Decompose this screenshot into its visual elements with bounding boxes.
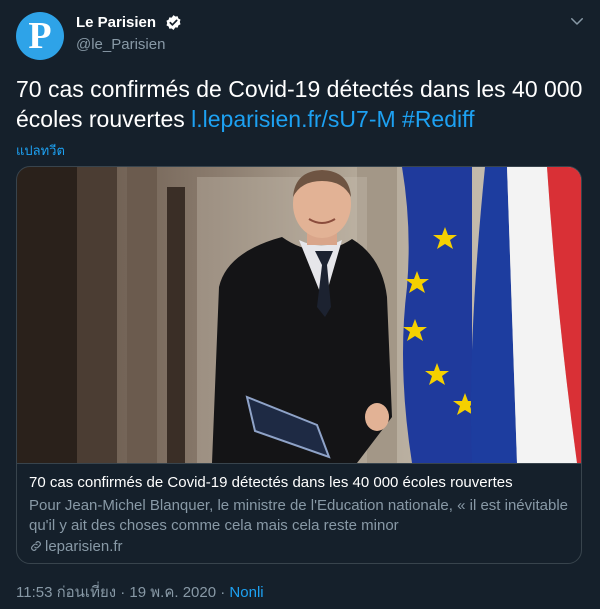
card-title[interactable]: 70 cas confirmés de Covid-19 détectés da…: [29, 474, 513, 491]
card-photo: [17, 167, 581, 463]
tweet-link[interactable]: l.leparisien.fr/sU7-M: [191, 106, 396, 132]
tweet-source[interactable]: Nonli: [229, 584, 263, 601]
hashtag-link[interactable]: #Rediff: [402, 106, 474, 132]
card-domain-text: leparisien.fr: [45, 538, 123, 555]
display-name[interactable]: Le Parisien: [76, 14, 156, 31]
handle: @le_Parisien: [76, 36, 166, 53]
meta-separator: ·: [216, 584, 230, 601]
translate-tweet-link[interactable]: แปลทวีต: [16, 140, 65, 161]
chevron-down-icon[interactable]: [568, 12, 586, 30]
link-card[interactable]: 70 cas confirmés de Covid-19 détectés da…: [16, 166, 582, 564]
card-domain: leparisien.fr: [29, 538, 123, 555]
tweet-text: 70 cas confirmés de Covid-19 détectés da…: [16, 74, 586, 134]
card-description: Pour Jean-Michel Blanquer, le ministre d…: [29, 497, 569, 534]
tweet-time[interactable]: 11:53 ก่อนเที่ยง: [16, 584, 116, 601]
tweet-meta: 11:53 ก่อนเที่ยง · 19 พ.ค. 2020 · Nonli: [16, 580, 264, 604]
avatar[interactable]: P: [16, 12, 64, 60]
avatar-logo-letter: P: [28, 15, 52, 57]
verified-icon: [165, 15, 181, 31]
card-body[interactable]: 70 cas confirmés de Covid-19 détectés da…: [17, 463, 581, 563]
author-block[interactable]: Le Parisien @le_Parisien: [76, 14, 182, 53]
tweet-date[interactable]: 19 พ.ค. 2020: [129, 584, 216, 601]
link-icon: [31, 541, 41, 551]
meta-separator: ·: [116, 584, 130, 601]
